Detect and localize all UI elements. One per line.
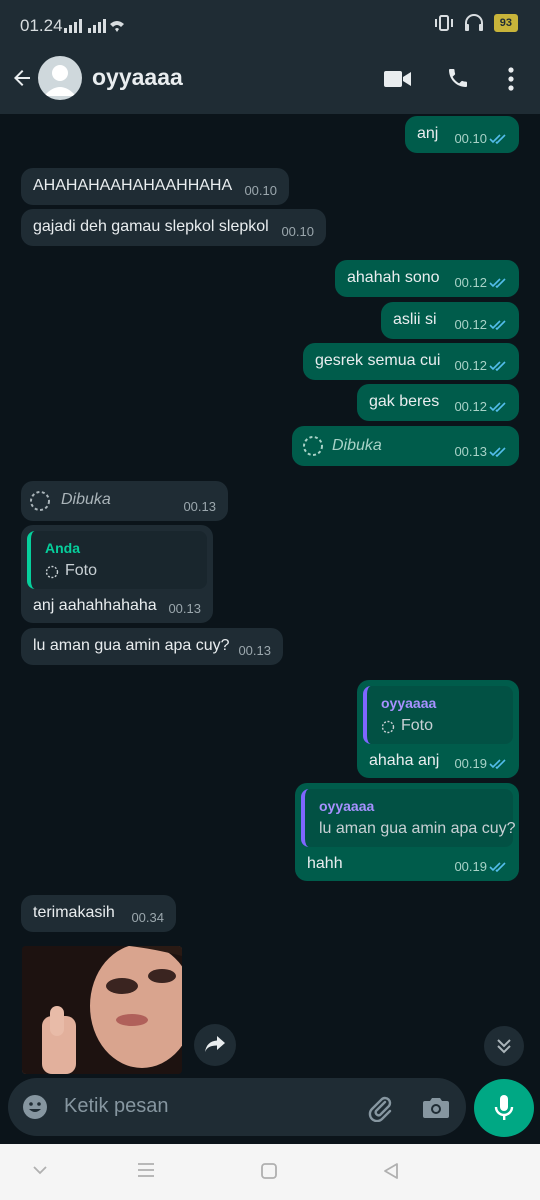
quoted-sender: oyyaaaa — [381, 695, 437, 711]
camera-icon[interactable] — [422, 1094, 450, 1120]
quoted-text: lu aman gua amin apa cuy? — [319, 820, 516, 837]
message-text: hahh — [307, 855, 343, 872]
quoted-text: Foto — [401, 717, 434, 734]
message-input[interactable] — [62, 1094, 346, 1119]
message-outgoing[interactable]: ahahah sono 00.12 — [335, 260, 519, 297]
message-outgoing-view-once[interactable]: Dibuka 00.13 — [292, 426, 519, 466]
vibrate-icon — [434, 15, 453, 31]
message-outgoing[interactable]: gesrek semua cui 00.12 — [303, 343, 519, 380]
message-outgoing[interactable]: anj 00.10 — [405, 116, 519, 153]
read-ticks-icon — [489, 862, 506, 873]
read-ticks-icon — [489, 361, 506, 372]
nav-home-icon[interactable] — [260, 1162, 278, 1180]
message-text: aslii si — [393, 311, 437, 328]
message-text: anj — [417, 125, 439, 142]
back-arrow-icon[interactable] — [10, 66, 34, 95]
photo-message[interactable] — [22, 946, 182, 1074]
message-time: 00.10 — [281, 224, 314, 239]
message-time: 00.13 — [183, 499, 216, 514]
message-text: Dibuka — [61, 491, 111, 508]
read-ticks-icon — [489, 759, 506, 770]
chat-header: oyyaaaa — [0, 52, 540, 114]
read-ticks-icon — [489, 402, 506, 413]
nav-hide-icon[interactable] — [32, 1164, 48, 1176]
quoted-sender: oyyaaaa — [319, 798, 375, 814]
quoted-sender: Anda — [45, 540, 80, 556]
signal-icon — [64, 19, 124, 33]
headphones-icon — [464, 14, 483, 31]
chat-area[interactable]: anj 00.10 AHAHAHAAHAHAAHHAHA 00.10 gajad… — [0, 114, 540, 1080]
message-text: ahaha anj — [369, 752, 440, 769]
message-incoming[interactable]: lu aman gua amin apa cuy? 00.13 — [21, 628, 283, 665]
message-time: 00.34 — [131, 910, 164, 925]
forward-icon — [205, 1036, 225, 1052]
message-outgoing[interactable]: aslii si 00.12 — [381, 302, 519, 339]
emoji-icon[interactable] — [22, 1094, 48, 1120]
video-call-icon[interactable] — [384, 68, 412, 95]
view-once-icon — [30, 491, 50, 511]
system-nav-bar — [0, 1144, 540, 1200]
read-ticks-icon — [489, 447, 506, 458]
read-ticks-icon — [489, 320, 506, 331]
message-time: 00.13 — [168, 601, 201, 616]
message-outgoing-reply[interactable]: oyyaaaa lu aman gua amin apa cuy? hahh 0… — [295, 783, 519, 881]
message-outgoing[interactable]: gak beres 00.12 — [357, 384, 519, 421]
scroll-to-bottom-button[interactable] — [484, 1026, 524, 1066]
status-time: 01.24 — [20, 16, 63, 35]
microphone-icon — [494, 1095, 514, 1120]
message-time: 00.19 — [454, 756, 487, 771]
quoted-message[interactable]: Anda Foto — [27, 531, 207, 589]
double-chevron-down-icon — [497, 1039, 511, 1054]
view-once-icon — [303, 436, 323, 456]
read-ticks-icon — [489, 278, 506, 289]
nav-back-icon[interactable] — [382, 1162, 400, 1180]
status-right: 93 — [434, 14, 518, 32]
message-text: gesrek semua cui — [315, 352, 441, 369]
voice-record-button[interactable] — [474, 1079, 534, 1137]
quoted-message[interactable]: oyyaaaa Foto — [363, 686, 513, 744]
message-time: 00.12 — [454, 358, 487, 373]
message-text: anj aahahhahaha — [33, 597, 157, 614]
battery-level: 93 — [493, 14, 518, 32]
message-time: 00.10 — [454, 131, 487, 146]
message-time: 00.12 — [454, 399, 487, 414]
message-time: 00.10 — [244, 183, 277, 198]
message-text: Dibuka — [332, 437, 382, 454]
avatar[interactable] — [38, 56, 82, 100]
signal-icons — [64, 18, 124, 34]
view-once-small-icon — [45, 565, 59, 579]
forward-button[interactable] — [194, 1024, 236, 1066]
voice-call-icon[interactable] — [446, 66, 470, 95]
message-time: 00.13 — [454, 444, 487, 459]
message-text: lu aman gua amin apa cuy? — [33, 637, 230, 654]
message-outgoing-reply[interactable]: oyyaaaa Foto ahaha anj 00.19 — [357, 680, 519, 778]
quoted-text: Foto — [65, 562, 98, 579]
attach-icon[interactable] — [366, 1094, 394, 1122]
status-bar: 01.24 93 — [0, 0, 540, 52]
default-avatar-icon — [44, 65, 76, 96]
message-text: terimakasih — [33, 904, 115, 921]
nav-menu-icon[interactable] — [136, 1162, 156, 1178]
read-ticks-icon — [489, 134, 506, 145]
photo-thumbnail — [22, 946, 182, 1074]
view-once-small-icon — [381, 720, 395, 734]
quoted-message[interactable]: oyyaaaa lu aman gua amin apa cuy? — [301, 789, 516, 847]
message-time: 00.13 — [238, 643, 271, 658]
message-incoming-reply[interactable]: Anda Foto anj aahahhahaha 00.13 — [21, 525, 213, 623]
message-time: 00.12 — [454, 275, 487, 290]
more-options-icon[interactable] — [504, 66, 518, 97]
message-incoming-view-once[interactable]: Dibuka 00.13 — [21, 481, 228, 521]
message-text: gajadi deh gamau slepkol slepkol — [33, 218, 269, 235]
message-time: 00.19 — [454, 859, 487, 874]
message-incoming[interactable]: terimakasih 00.34 — [21, 895, 176, 932]
message-time: 00.12 — [454, 317, 487, 332]
message-incoming[interactable]: gajadi deh gamau slepkol slepkol 00.10 — [21, 209, 326, 246]
message-incoming[interactable]: AHAHAHAAHAHAAHHAHA 00.10 — [21, 168, 289, 205]
message-text: ahahah sono — [347, 269, 440, 286]
message-composer — [8, 1078, 466, 1136]
message-text: gak beres — [369, 393, 440, 410]
message-text: AHAHAHAAHAHAAHHAHA — [33, 177, 233, 194]
contact-name[interactable]: oyyaaaa — [92, 64, 183, 91]
